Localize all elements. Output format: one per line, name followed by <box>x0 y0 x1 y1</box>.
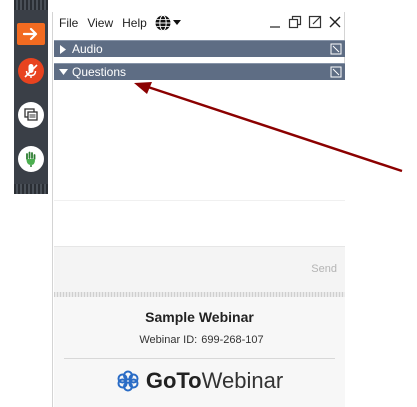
detach-icon <box>288 15 302 29</box>
popout-icon <box>330 66 342 78</box>
toolbar-grip-top[interactable] <box>14 0 48 10</box>
menu-file[interactable]: File <box>56 16 81 30</box>
globe-icon <box>155 15 171 31</box>
questions-section-label: Questions <box>72 65 127 79</box>
menu-view[interactable]: View <box>84 16 116 30</box>
close-icon <box>329 16 341 28</box>
popout-icon <box>308 15 322 29</box>
menu-help[interactable]: Help <box>119 16 150 30</box>
microphone-toggle-button[interactable] <box>18 58 44 84</box>
raise-hand-icon <box>26 151 36 167</box>
webinar-id: Webinar ID: 699-268-107 <box>54 334 345 346</box>
raise-hand-button[interactable] <box>18 146 44 172</box>
chevron-down-icon <box>172 20 181 25</box>
logo-text: GoToWebinar <box>146 368 283 394</box>
language-dropdown[interactable] <box>154 14 181 32</box>
collapse-arrow-icon <box>54 68 72 76</box>
webinar-id-value: 699-268-107 <box>201 334 264 346</box>
send-button[interactable]: Send <box>311 263 337 275</box>
webinar-info-footer: Sample Webinar Webinar ID: 699-268-107 Go… <box>54 297 345 407</box>
microphone-muted-icon <box>24 64 38 78</box>
audio-popout-button[interactable] <box>327 43 345 55</box>
menu-bar: File View Help <box>53 12 346 34</box>
gotowebinar-logo: GoToWebinar <box>54 368 345 394</box>
gotowebinar-flower-icon <box>117 370 139 392</box>
popout-icon <box>330 43 342 55</box>
minimize-button[interactable] <box>268 13 282 31</box>
webinar-id-label: Webinar ID: <box>139 334 198 346</box>
control-toolbar <box>14 0 48 194</box>
close-button[interactable] <box>328 13 342 31</box>
questions-log-lower <box>54 200 345 246</box>
audio-section-label: Audio <box>72 42 103 56</box>
popout-button[interactable] <box>308 13 322 31</box>
screen-share-icon <box>24 108 38 121</box>
questions-popout-button[interactable] <box>327 66 345 78</box>
window-controls <box>268 13 342 31</box>
control-panel: File View Help Audio Questions Send Samp… <box>52 12 345 407</box>
logo-goto: GoTo <box>145 368 202 393</box>
detach-button[interactable] <box>288 13 302 31</box>
logo-webinar: Webinar <box>201 368 284 393</box>
expand-arrow-icon <box>54 44 72 54</box>
screen-share-button[interactable] <box>18 102 44 128</box>
question-input[interactable]: Send <box>54 246 345 292</box>
questions-log[interactable] <box>54 80 345 200</box>
arrow-right-icon <box>23 27 38 41</box>
minimize-icon <box>270 26 280 28</box>
toolbar-grip-bottom[interactable] <box>14 184 48 194</box>
audio-section-header[interactable]: Audio <box>54 40 345 57</box>
webinar-title: Sample Webinar <box>145 309 254 325</box>
collapse-panel-button[interactable] <box>17 23 45 45</box>
footer-divider <box>64 358 335 359</box>
questions-section-header[interactable]: Questions <box>54 63 345 80</box>
